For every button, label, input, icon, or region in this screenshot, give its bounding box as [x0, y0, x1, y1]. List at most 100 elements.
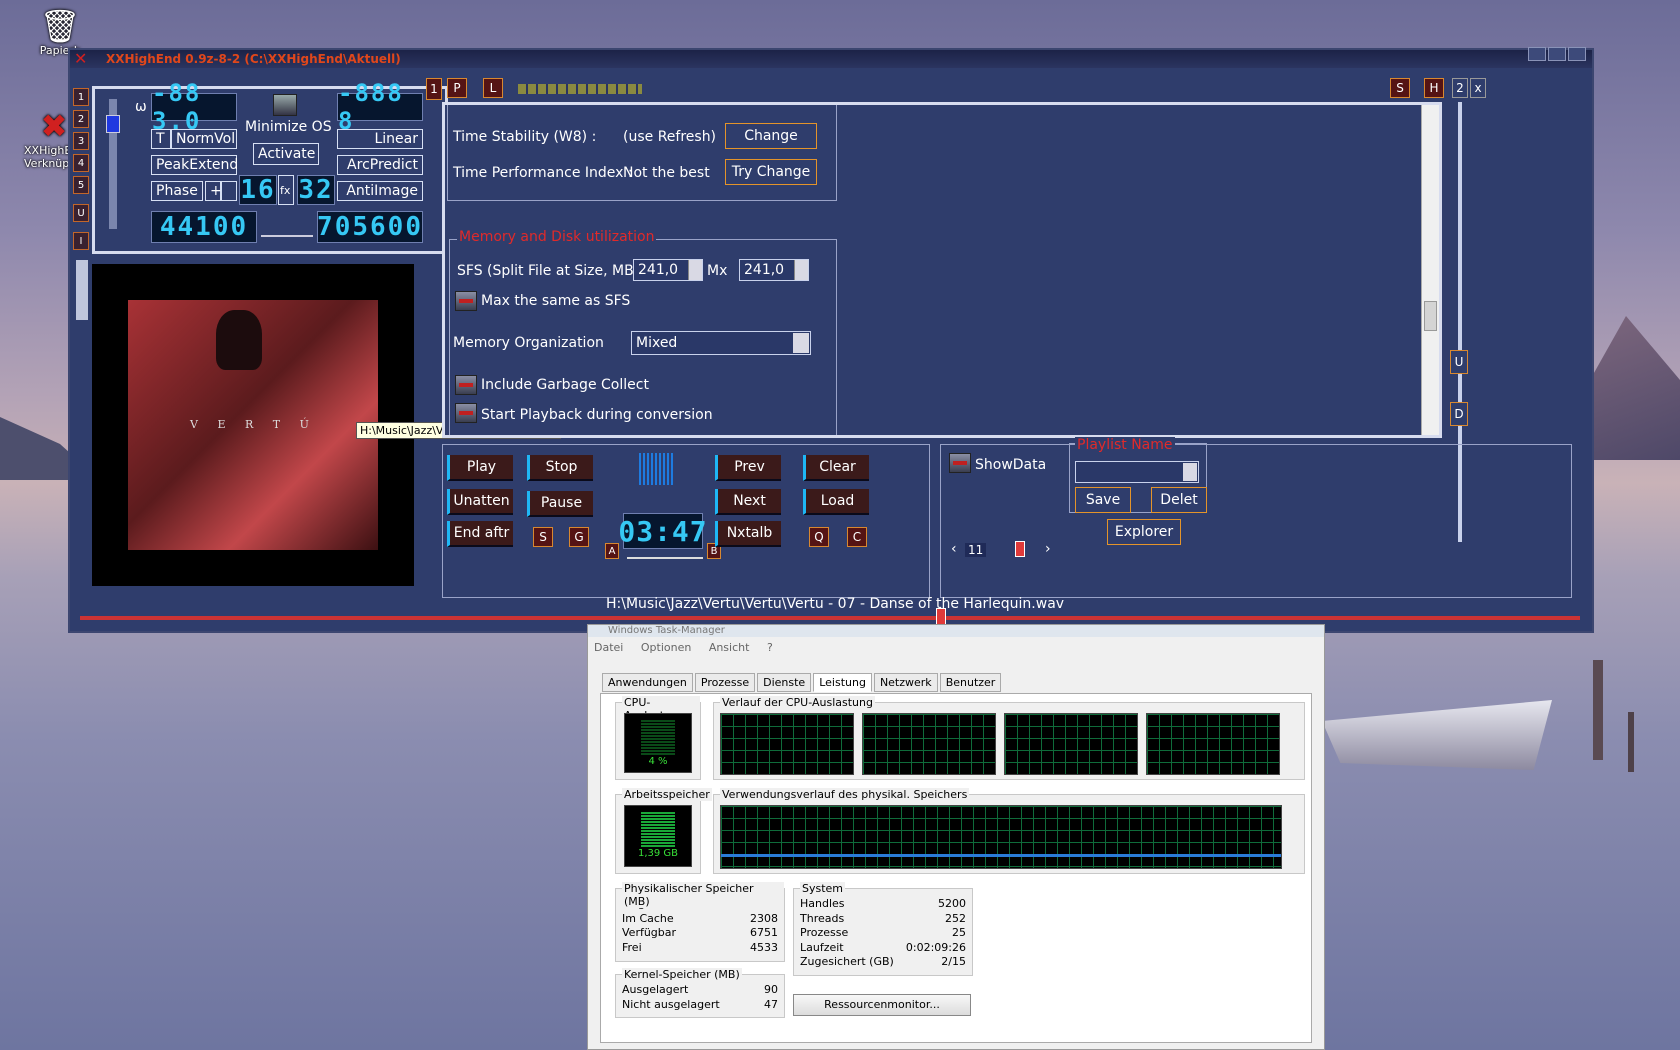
- tab-l[interactable]: L: [483, 78, 503, 98]
- preset-button-2[interactable]: 2: [73, 110, 89, 128]
- minimize-button[interactable]: [1528, 47, 1546, 61]
- tab-anwendungen[interactable]: Anwendungen: [602, 673, 693, 692]
- preset-button-i[interactable]: I: [73, 232, 89, 250]
- menu-help[interactable]: ?: [767, 641, 773, 654]
- tpi-value: Not the best: [623, 165, 710, 181]
- down-button[interactable]: D: [1450, 402, 1468, 426]
- tab-leistung[interactable]: Leistung: [813, 673, 872, 692]
- progress-leds: [518, 84, 642, 94]
- scroll-thumb[interactable]: [1424, 301, 1437, 331]
- showdata-label: ShowData: [975, 457, 1047, 473]
- progress-track[interactable]: [80, 616, 1580, 620]
- delete-button[interactable]: Delet: [1151, 487, 1207, 513]
- resource-monitor-button[interactable]: Ressourcenmonitor...: [793, 994, 971, 1016]
- tab-s[interactable]: S: [1390, 78, 1410, 98]
- antiimage-button[interactable]: AntiImage: [337, 181, 423, 201]
- minimize-os-toggle[interactable]: [273, 94, 297, 116]
- use-refresh-label: (use Refresh): [623, 129, 717, 145]
- tab-prozesse[interactable]: Prozesse: [694, 673, 756, 692]
- start-playback-checkbox[interactable]: [455, 403, 477, 423]
- option-button[interactable]: [221, 181, 237, 201]
- clear-button[interactable]: Clear: [803, 455, 869, 481]
- menu-datei[interactable]: Datei: [594, 641, 623, 654]
- explorer-button[interactable]: Explorer: [1107, 519, 1181, 545]
- xxhighend-window: ✕ XXHighEnd 0.9z-8-2 (C:\XXHighEnd\Aktue…: [68, 47, 1594, 633]
- pause-button[interactable]: Pause: [527, 491, 593, 517]
- settings-scrollbar[interactable]: [1421, 105, 1439, 435]
- change-button[interactable]: Change: [725, 123, 817, 149]
- peakextend-button[interactable]: PeakExtend: [151, 155, 238, 175]
- bits-display: 16: [239, 175, 277, 205]
- tab-x[interactable]: x: [1470, 78, 1486, 98]
- playlist-slider-thumb[interactable]: [1015, 541, 1025, 557]
- memory-group: Arbeitsspeicher 1,39 GB: [615, 788, 712, 874]
- chevron-down-icon: [793, 333, 809, 353]
- post: [1593, 660, 1603, 760]
- t-button[interactable]: T: [151, 129, 171, 149]
- tab-2[interactable]: 2: [1452, 78, 1468, 98]
- stop-button[interactable]: Stop: [527, 455, 593, 481]
- title-bar: ✕ XXHighEnd 0.9z-8-2 (C:\XXHighEnd\Aktue…: [70, 47, 1592, 68]
- plus-button[interactable]: +: [205, 181, 222, 201]
- left-scrollbar[interactable]: [76, 260, 88, 320]
- tab-benutzer[interactable]: Benutzer: [939, 673, 1002, 692]
- control-panel: ω -88 3.0 Minimize OS -888 8 T NormVol A…: [92, 79, 448, 254]
- menu-optionen[interactable]: Optionen: [641, 641, 691, 654]
- fx-button[interactable]: fx: [278, 175, 294, 205]
- preset-button-5[interactable]: 5: [73, 176, 89, 194]
- rate-slider[interactable]: [261, 219, 313, 237]
- max-same-checkbox[interactable]: [455, 291, 477, 311]
- tab-p[interactable]: P: [447, 78, 467, 98]
- up-button[interactable]: U: [1450, 350, 1468, 374]
- cpu-group: CPU-Auslastung 4 %: [615, 696, 701, 780]
- garbage-collect-checkbox[interactable]: [455, 375, 477, 395]
- prev-button[interactable]: Prev: [715, 455, 781, 481]
- linear-button[interactable]: Linear: [337, 129, 423, 149]
- mx-spinner[interactable]: 241,0: [739, 259, 809, 281]
- tab-h[interactable]: H: [1424, 78, 1444, 98]
- preset-button-u[interactable]: U: [73, 204, 89, 222]
- system-group: System Handles 5200 Threads 252 Prozesse 25…: [793, 882, 973, 976]
- play-button[interactable]: Play: [447, 455, 513, 481]
- g-button[interactable]: G: [569, 527, 589, 547]
- close-button[interactable]: [1568, 47, 1586, 61]
- phase-button[interactable]: Phase: [151, 181, 203, 201]
- memory-history-group: Verwendungsverlauf des physikal. Speiche…: [713, 788, 1305, 874]
- tab-netzwerk[interactable]: Netzwerk: [873, 673, 938, 692]
- normvol-button[interactable]: NormVol: [171, 129, 237, 149]
- end-after-button[interactable]: End aftr: [447, 521, 513, 547]
- tab-1[interactable]: 1: [426, 78, 442, 100]
- c-button[interactable]: C: [847, 527, 867, 547]
- try-change-button[interactable]: Try Change: [725, 159, 817, 185]
- activate-button[interactable]: Activate: [253, 143, 319, 165]
- max-same-label: Max the same as SFS: [481, 293, 631, 309]
- arcpredict-button[interactable]: ArcPredict: [337, 155, 423, 175]
- tm-panel: CPU-Auslastung 4 % Verlauf der CPU-Ausla…: [600, 693, 1312, 1043]
- album-cover-image: V E R T Ú: [128, 300, 378, 550]
- unatten-button[interactable]: Unatten: [447, 489, 513, 515]
- load-button[interactable]: Load: [803, 489, 869, 515]
- s-button[interactable]: S: [533, 527, 553, 547]
- chevron-left-icon[interactable]: ‹: [951, 541, 957, 557]
- next-button[interactable]: Next: [715, 489, 781, 515]
- playlist-select[interactable]: [1075, 461, 1199, 483]
- a-marker[interactable]: A: [605, 543, 619, 559]
- tm-tabs: Anwendungen Prozesse Dienste Leistung Ne…: [602, 673, 1002, 692]
- q-button[interactable]: Q: [809, 527, 829, 547]
- sfs-label: SFS (Split File at Size, MB): [457, 263, 640, 279]
- menu-ansicht[interactable]: Ansicht: [709, 641, 750, 654]
- preset-button-1[interactable]: 1: [73, 88, 89, 106]
- waveform-icon: [639, 453, 673, 485]
- chevron-right-icon[interactable]: ›: [1045, 541, 1051, 557]
- volume-thumb[interactable]: [106, 115, 120, 133]
- save-button[interactable]: Save: [1075, 487, 1131, 513]
- preset-button-3[interactable]: 3: [73, 132, 89, 150]
- nxtalb-button[interactable]: Nxtalb: [715, 521, 781, 547]
- memory-organization-select[interactable]: Mixed: [631, 331, 811, 355]
- tab-dienste[interactable]: Dienste: [757, 673, 812, 692]
- position-slider[interactable]: [627, 553, 703, 559]
- showdata-checkbox[interactable]: [949, 453, 971, 473]
- sfs-spinner[interactable]: 241,0: [633, 259, 703, 281]
- preset-button-4[interactable]: 4: [73, 154, 89, 172]
- maximize-button[interactable]: [1548, 47, 1566, 61]
